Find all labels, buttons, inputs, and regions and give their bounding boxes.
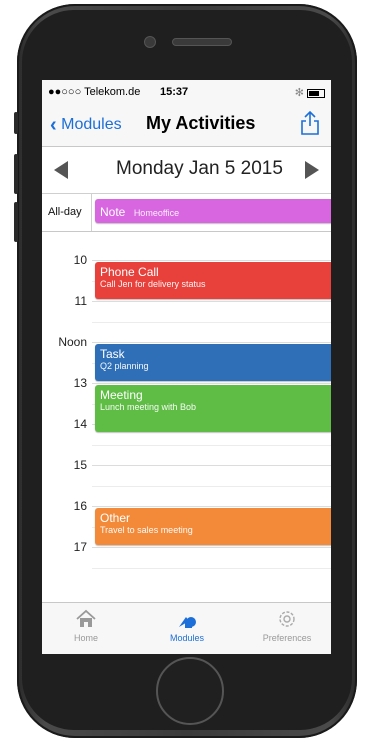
gear-icon	[279, 611, 295, 627]
event-phone-call[interactable]: Phone Call Call Jen for delivery status	[95, 262, 331, 299]
status-bar: ●●○○○ Telekom.de 15:37 ✻	[42, 80, 331, 102]
all-day-label: All-day	[48, 206, 82, 218]
event-meeting[interactable]: Meeting Lunch meeting with Bob	[95, 385, 331, 433]
hour-label: 14	[73, 417, 87, 431]
event-title: Other	[100, 511, 131, 525]
back-button-label: Modules	[61, 116, 122, 133]
status-right: ✻	[295, 86, 325, 99]
app-screen: ●●○○○ Telekom.de 15:37 ✻ ‹ Modules My Ac…	[42, 80, 331, 654]
volume-up-button	[14, 154, 18, 194]
event-title: Task	[100, 347, 125, 361]
tab-preferences-label: Preferences	[262, 633, 312, 643]
status-time: 15:37	[160, 86, 189, 98]
tab-modules[interactable]: Modules	[147, 609, 227, 643]
event-description: Call Jen for delivery status	[100, 279, 206, 289]
tab-preferences[interactable]: Preferences	[247, 609, 327, 643]
event-description: Homeoffice	[133, 208, 180, 218]
home-button[interactable]	[156, 657, 224, 725]
earpiece-speaker	[172, 38, 232, 46]
modules-icon	[179, 617, 196, 628]
battery-icon	[307, 88, 325, 98]
event-description: Lunch meeting with Bob	[100, 402, 197, 412]
hour-label: 15	[73, 458, 87, 472]
volume-down-button	[14, 202, 18, 242]
hour-label: 17	[73, 540, 87, 554]
home-icon	[76, 609, 96, 627]
half-hour-gridline	[92, 485, 331, 487]
share-icon[interactable]	[299, 110, 321, 136]
tab-home[interactable]: Home	[46, 609, 126, 643]
hour-label: 13	[73, 376, 87, 390]
hour-label: 11	[74, 294, 87, 308]
date-navigator: Monday Jan 5 2015	[42, 147, 331, 194]
carrier-label: ●●○○○ Telekom.de	[48, 86, 141, 98]
previous-day-icon[interactable]	[54, 161, 68, 179]
hour-label: Noon	[58, 335, 87, 349]
page-title: My Activities	[146, 113, 256, 133]
event-title: Meeting	[100, 388, 143, 402]
event-other[interactable]: Other Travel to sales meeting	[95, 508, 331, 545]
tab-home-label: Home	[73, 633, 98, 643]
front-camera	[144, 36, 156, 48]
event-title: Note	[100, 205, 126, 219]
back-button[interactable]: ‹ Modules	[50, 114, 122, 137]
current-date: Monday Jan 5 2015	[116, 158, 283, 179]
tab-modules-label: Modules	[169, 633, 205, 643]
hour-gridline	[92, 342, 331, 343]
hour-gridline	[92, 547, 331, 548]
navigation-bar: ‹ Modules My Activities	[42, 102, 331, 147]
half-hour-gridline	[92, 567, 331, 569]
event-description: Q2 planning	[100, 361, 149, 371]
tab-bar: Home Modules Preferences	[42, 602, 331, 654]
bluetooth-icon: ✻	[294, 87, 304, 99]
chevron-left-icon: ‹	[50, 114, 57, 136]
event-task[interactable]: Task Q2 planning	[95, 344, 331, 381]
all-day-row: All-day Note Homeoffice	[42, 193, 331, 232]
hour-gridline	[92, 260, 331, 261]
event-description: Travel to sales meeting	[100, 525, 193, 535]
all-day-event-note[interactable]: Note Homeoffice	[95, 199, 331, 223]
event-title: Phone Call	[100, 265, 159, 279]
half-hour-gridline	[92, 321, 331, 323]
all-day-divider	[91, 193, 92, 231]
hour-gridline	[92, 465, 331, 466]
hour-gridline	[92, 506, 331, 507]
hour-label: 16	[73, 499, 87, 513]
half-hour-gridline	[92, 444, 331, 446]
hour-gridline	[92, 301, 331, 302]
hour-label: 10	[73, 253, 87, 267]
hour-gridline	[92, 383, 331, 384]
mute-switch	[14, 112, 18, 134]
next-day-icon[interactable]	[305, 161, 319, 179]
